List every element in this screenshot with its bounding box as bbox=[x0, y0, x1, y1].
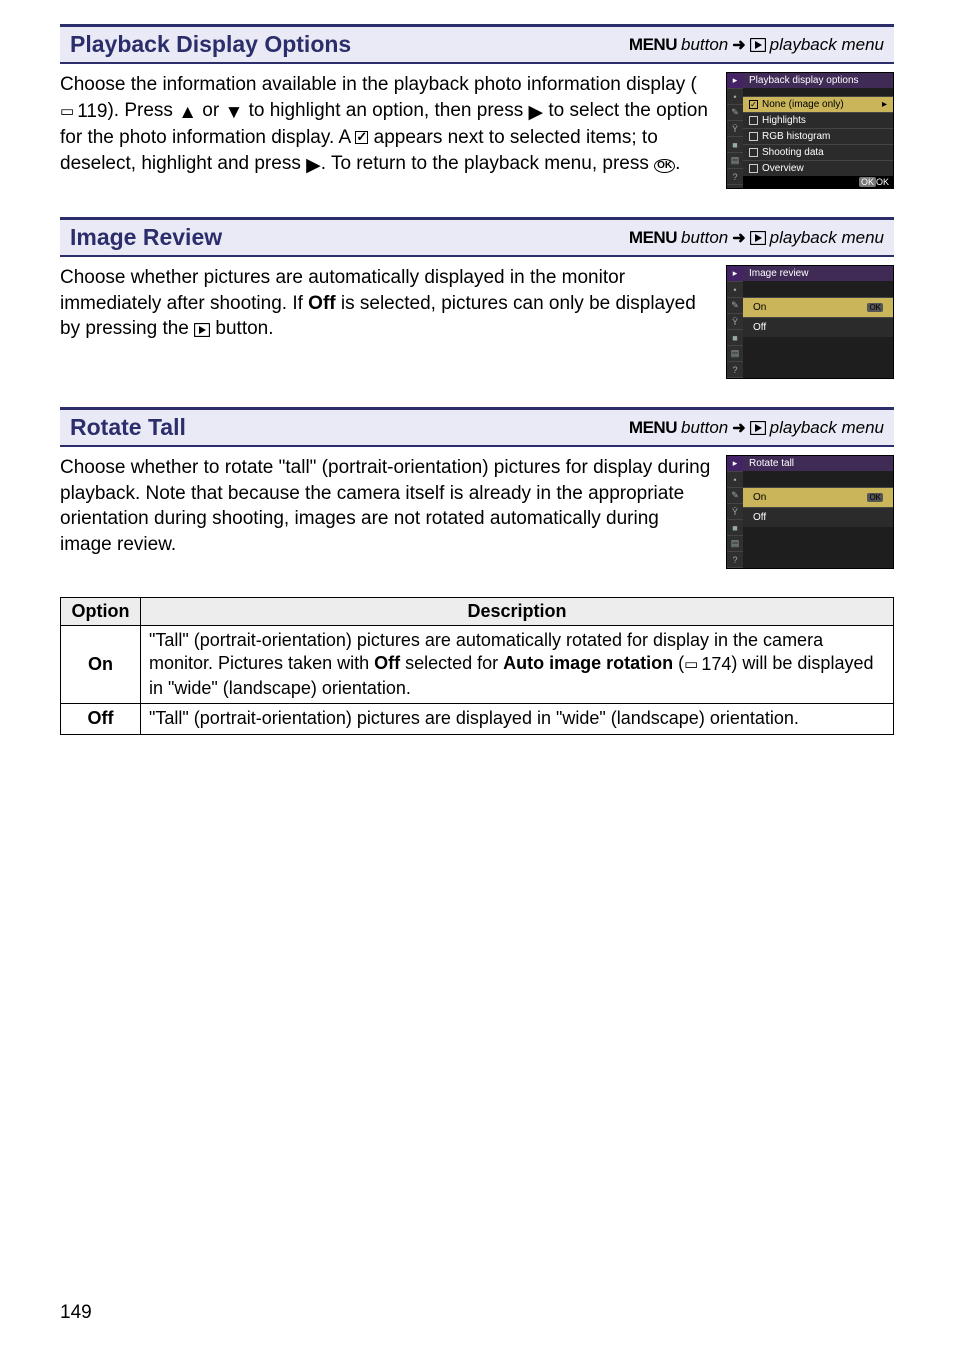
section-body-text: Choose whether to rotate "tall" (portrai… bbox=[60, 455, 712, 569]
menu-path: MENU button ➜ playback menu bbox=[629, 418, 884, 438]
checkbox-icon bbox=[749, 164, 758, 173]
triangle-down-icon: ▼ bbox=[224, 100, 243, 126]
side-tab-icon: ■ bbox=[727, 330, 743, 346]
panel-option: Highlights bbox=[743, 112, 893, 128]
checkbox-icon bbox=[749, 132, 758, 141]
camera-menu-preview-playback-display: ▸ • ✎ Ÿ ■ ▤ ? Playback display options ✓… bbox=[726, 72, 894, 189]
panel-option: Overview bbox=[743, 160, 893, 176]
playback-icon bbox=[750, 231, 766, 245]
side-tab-icon: ▤ bbox=[727, 153, 743, 169]
camera-menu-preview-rotate-tall: ▸ • ✎ Ÿ ■ ▤ ? Rotate tall OnOK Off bbox=[726, 455, 894, 569]
ok-button-icon: OK bbox=[654, 159, 675, 173]
side-tab-icon: Ÿ bbox=[727, 504, 743, 520]
camera-menu-preview-image-review: ▸ • ✎ Ÿ ■ ▤ ? Image review OnOK Off bbox=[726, 265, 894, 379]
playback-icon bbox=[750, 38, 766, 52]
table-row: Off "Tall" (portrait-orientation) pictur… bbox=[61, 704, 894, 734]
section-body-text: Choose the information available in the … bbox=[60, 72, 712, 189]
section-header: Playback Display Options MENU button ➜ p… bbox=[60, 24, 894, 64]
side-tab-icon: ✎ bbox=[727, 298, 743, 314]
panel-option: OnOK bbox=[743, 487, 893, 507]
menu-suffix: playback menu bbox=[770, 418, 884, 438]
page-ref-icon: ▭119 bbox=[60, 99, 107, 125]
side-tab-icon: ✎ bbox=[727, 105, 743, 121]
panel-title: Rotate tall bbox=[743, 456, 893, 471]
checkbox-checked-icon bbox=[355, 131, 368, 144]
description-off: "Tall" (portrait-orientation) pictures a… bbox=[141, 704, 894, 734]
side-tab-icon: • bbox=[727, 89, 743, 105]
side-tab-icon: Ÿ bbox=[727, 314, 743, 330]
page-number: 149 bbox=[60, 1302, 92, 1324]
side-tab-icon: ? bbox=[727, 169, 743, 185]
section-title: Image Review bbox=[70, 224, 222, 251]
panel-option: Shooting data bbox=[743, 144, 893, 160]
ok-mark-icon: OK bbox=[867, 493, 883, 502]
menu-button-word: button bbox=[681, 228, 728, 248]
section-image-review: Image Review MENU button ➜ playback menu… bbox=[60, 217, 894, 379]
playback-icon bbox=[750, 421, 766, 435]
arrow-right-icon: ➜ bbox=[732, 418, 745, 438]
rotate-tall-options-table: Option Description On "Tall" (portrait-o… bbox=[60, 597, 894, 735]
side-tab-icon: ✎ bbox=[727, 488, 743, 504]
option-off: Off bbox=[61, 704, 141, 734]
side-tab-icon: • bbox=[727, 282, 743, 298]
side-tabs: ▸ • ✎ Ÿ ■ ▤ ? bbox=[727, 73, 743, 188]
side-tabs: ▸ • ✎ Ÿ ■ ▤ ? bbox=[727, 266, 743, 378]
side-tab-icon: Ÿ bbox=[727, 121, 743, 137]
checkbox-icon: ✓ bbox=[749, 100, 758, 109]
arrow-right-icon: ➜ bbox=[732, 35, 745, 55]
side-tab-icon: ▤ bbox=[727, 346, 743, 362]
menu-button-label: MENU bbox=[629, 35, 677, 55]
section-header: Image Review MENU button ➜ playback menu bbox=[60, 217, 894, 257]
menu-button-word: button bbox=[681, 418, 728, 438]
table-header-description: Description bbox=[141, 598, 894, 626]
panel-footer: OKOK bbox=[743, 176, 893, 188]
panel-option: Off bbox=[743, 507, 893, 527]
triangle-up-icon: ▲ bbox=[178, 100, 197, 126]
menu-button-label: MENU bbox=[629, 418, 677, 438]
side-tab-icon: ▸ bbox=[727, 266, 743, 282]
chevron-right-icon: ▸ bbox=[882, 99, 887, 110]
arrow-right-icon: ➜ bbox=[732, 228, 745, 248]
panel-option: RGB histogram bbox=[743, 128, 893, 144]
playback-icon bbox=[194, 318, 210, 339]
panel-title: Playback display options bbox=[743, 73, 893, 88]
panel-option: ✓None (image only)▸ bbox=[743, 96, 893, 112]
option-on: On bbox=[61, 626, 141, 704]
menu-suffix: playback menu bbox=[770, 35, 884, 55]
panel-option: Off bbox=[743, 317, 893, 337]
description-on: "Tall" (portrait-orientation) pictures a… bbox=[141, 626, 894, 704]
checkbox-icon bbox=[749, 148, 758, 157]
section-body-text: Choose whether pictures are automaticall… bbox=[60, 265, 712, 379]
menu-path: MENU button ➜ playback menu bbox=[629, 35, 884, 55]
section-title: Rotate Tall bbox=[70, 414, 186, 441]
menu-path: MENU button ➜ playback menu bbox=[629, 228, 884, 248]
table-header-option: Option bbox=[61, 598, 141, 626]
side-tab-icon: ▤ bbox=[727, 536, 743, 552]
triangle-right-icon: ▶ bbox=[529, 100, 544, 126]
side-tab-icon: • bbox=[727, 472, 743, 488]
menu-button-word: button bbox=[681, 35, 728, 55]
menu-suffix: playback menu bbox=[770, 228, 884, 248]
side-tab-icon: ▸ bbox=[727, 73, 743, 89]
table-row: On "Tall" (portrait-orientation) picture… bbox=[61, 626, 894, 704]
section-title: Playback Display Options bbox=[70, 31, 351, 58]
section-rotate-tall: Rotate Tall MENU button ➜ playback menu … bbox=[60, 407, 894, 569]
panel-title: Image review bbox=[743, 266, 893, 281]
triangle-right-icon: ▶ bbox=[306, 153, 321, 179]
section-header: Rotate Tall MENU button ➜ playback menu bbox=[60, 407, 894, 447]
menu-button-label: MENU bbox=[629, 228, 677, 248]
side-tab-icon: ■ bbox=[727, 520, 743, 536]
side-tab-icon: ? bbox=[727, 362, 743, 378]
checkbox-icon bbox=[749, 116, 758, 125]
page-ref-icon: ▭174 bbox=[684, 653, 731, 676]
side-tab-icon: ? bbox=[727, 552, 743, 568]
side-tab-icon: ■ bbox=[727, 137, 743, 153]
side-tab-icon: ▸ bbox=[727, 456, 743, 472]
side-tabs: ▸ • ✎ Ÿ ■ ▤ ? bbox=[727, 456, 743, 568]
ok-mark-icon: OK bbox=[867, 303, 883, 312]
section-playback-display-options: Playback Display Options MENU button ➜ p… bbox=[60, 24, 894, 189]
panel-option: OnOK bbox=[743, 297, 893, 317]
